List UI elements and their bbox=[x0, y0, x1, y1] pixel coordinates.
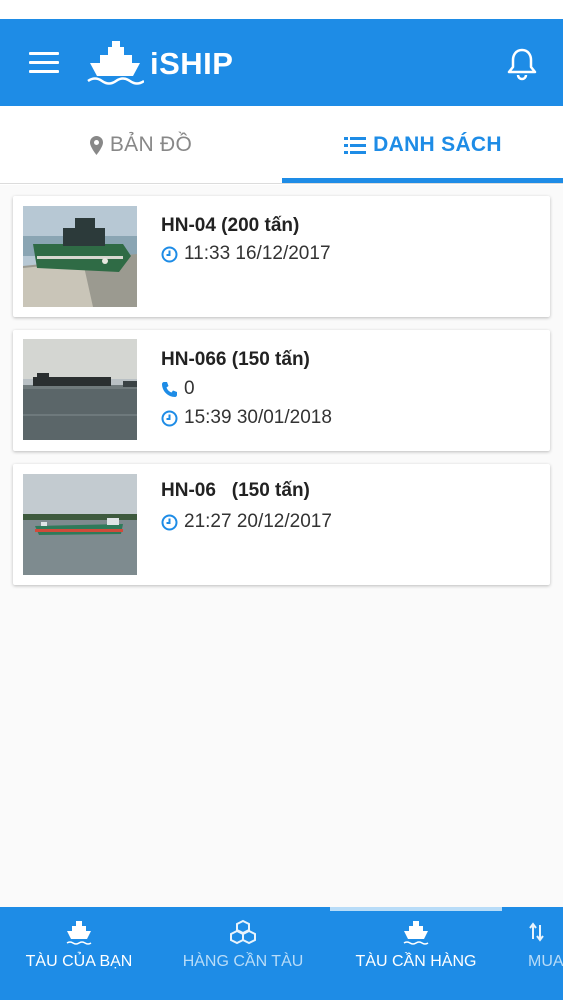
ship-photo bbox=[23, 339, 137, 440]
ship-datetime: 11:33 16/12/2017 bbox=[161, 243, 331, 265]
tab-list[interactable]: DANH SÁCH bbox=[282, 106, 563, 184]
nav-tau-cua-ban[interactable]: TÀU CỦA BẠN bbox=[0, 907, 158, 1000]
tab-list-label: DANH SÁCH bbox=[373, 133, 502, 156]
phone-icon bbox=[162, 381, 177, 397]
view-tabs: BẢN ĐỒ DANH SÁCH bbox=[0, 106, 563, 184]
ship-card[interactable]: HN-04 (200 tấn) 11:33 16/12/2017 bbox=[13, 196, 550, 317]
ship-title: HN-066 (150 tấn) bbox=[161, 349, 310, 370]
bell-icon[interactable] bbox=[506, 47, 538, 81]
ship-datetime-text: 21:27 20/12/2017 bbox=[184, 511, 332, 532]
nav-label: TÀU CỦA BẠN bbox=[25, 953, 133, 970]
list-icon bbox=[344, 136, 367, 154]
ship-card[interactable]: HN-066 (150 tấn) 0 15:39 30/01/2018 bbox=[13, 330, 550, 451]
nav-label: HÀNG CẦN TÀU bbox=[182, 953, 304, 970]
menu-icon[interactable] bbox=[29, 52, 59, 74]
clock-icon bbox=[161, 514, 178, 530]
ship-card[interactable]: HN-06 (150 tấn) 21:27 20/12/2017 bbox=[13, 464, 550, 585]
tab-map-label: BẢN ĐỒ bbox=[109, 133, 193, 156]
ship-photo bbox=[23, 206, 137, 307]
ship-title: HN-06 (150 tấn) bbox=[161, 480, 310, 501]
ship-datetime-text: 11:33 16/12/2017 bbox=[184, 243, 331, 264]
active-tab-indicator bbox=[282, 178, 563, 183]
ship-icon bbox=[66, 921, 92, 945]
ship-icon bbox=[403, 921, 429, 945]
ship-datetime: 15:39 30/01/2018 bbox=[161, 407, 332, 429]
ship-phone-text: 0 bbox=[184, 378, 195, 399]
sort-icon bbox=[529, 922, 544, 942]
ship-photo bbox=[23, 474, 137, 575]
map-marker-icon bbox=[89, 135, 103, 155]
nav-hang-can-tau[interactable]: HÀNG CẦN TÀU bbox=[158, 907, 328, 1000]
clock-icon bbox=[161, 246, 178, 262]
ship-title: HN-04 (200 tấn) bbox=[161, 215, 300, 236]
ship-phone: 0 bbox=[161, 378, 195, 400]
app-title: iSHIP bbox=[150, 46, 234, 81]
tab-map[interactable]: BẢN ĐỒ bbox=[0, 106, 282, 184]
ship-logo-icon bbox=[87, 41, 144, 85]
nav-label: TÀU CẦN HÀNG bbox=[355, 953, 477, 970]
bottom-nav: TÀU CỦA BẠN HÀNG CẦN TÀU TÀU CẦN HÀNG MU… bbox=[0, 907, 563, 1000]
status-bar bbox=[0, 0, 563, 19]
cargo-icon bbox=[230, 919, 256, 945]
nav-label: MUA bbox=[528, 953, 563, 970]
ship-datetime: 21:27 20/12/2017 bbox=[161, 511, 332, 533]
app-bar: iSHIP bbox=[0, 19, 563, 106]
nav-mua[interactable]: MUA bbox=[508, 907, 563, 1000]
ship-datetime-text: 15:39 30/01/2018 bbox=[184, 407, 332, 428]
nav-tau-can-hang[interactable]: TÀU CẦN HÀNG bbox=[330, 907, 502, 1000]
ship-list: HN-04 (200 tấn) 11:33 16/12/2017 HN-066 … bbox=[0, 185, 563, 907]
clock-icon bbox=[161, 410, 178, 426]
